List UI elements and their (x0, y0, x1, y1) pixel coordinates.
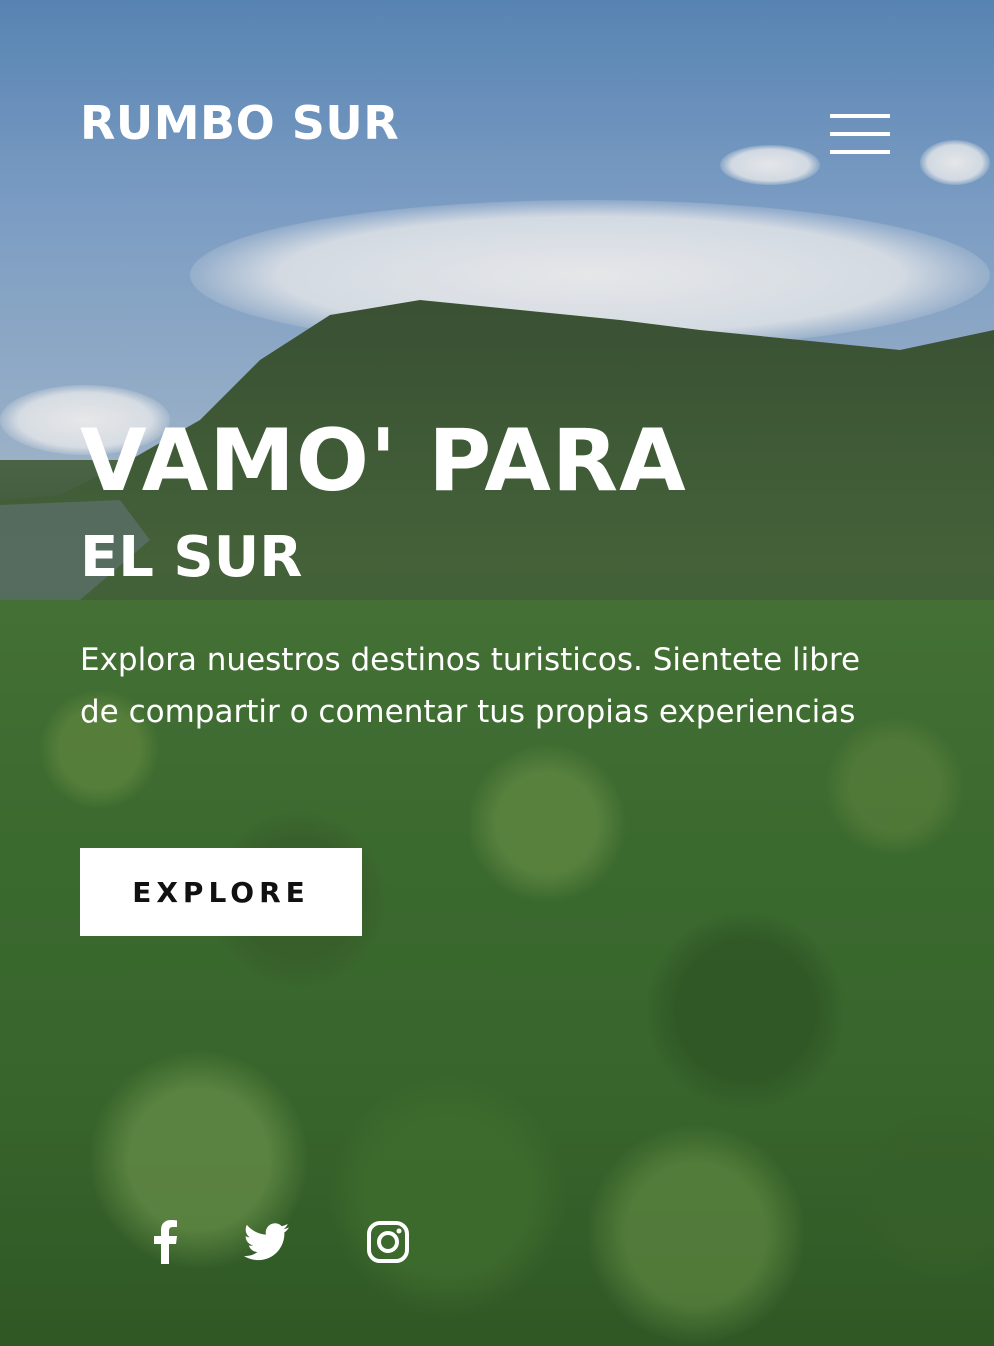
menu-line (830, 114, 890, 118)
hero-subheadline: EL SUR (80, 525, 303, 590)
explore-button[interactable]: EXPLORE (80, 848, 362, 936)
instagram-glyph (367, 1221, 409, 1263)
hamburger-menu-icon[interactable] (830, 114, 890, 156)
hero-section: RUMBO SUR VAMO' PARA EL SUR Explora nues… (0, 0, 994, 1346)
twitter-glyph (243, 1223, 289, 1261)
facebook-glyph (154, 1220, 177, 1264)
menu-line (830, 132, 890, 136)
hero-headline: VAMO' PARA (80, 411, 687, 511)
twitter-icon[interactable] (242, 1218, 290, 1266)
brand-logo[interactable]: RUMBO SUR (80, 100, 399, 146)
hero-description: Explora nuestros destinos turisticos. Si… (80, 642, 861, 730)
instagram-icon[interactable] (364, 1218, 412, 1266)
facebook-icon[interactable] (141, 1218, 189, 1266)
menu-line (830, 150, 890, 154)
